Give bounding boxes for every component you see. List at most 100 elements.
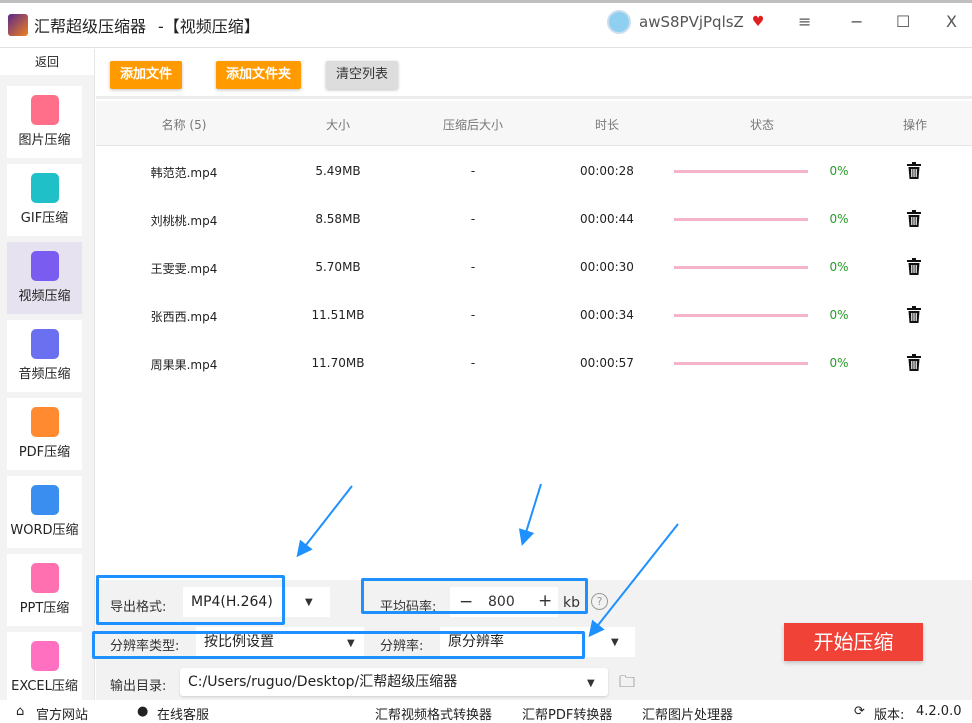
sidebar-item-0[interactable]: 图片压缩: [7, 86, 82, 158]
table-row[interactable]: 周果果.mp4 11.70MB - 00:00:57 0%: [96, 339, 972, 387]
file-size: 5.49MB: [315, 164, 361, 178]
file-name: 张西西.mp4: [150, 310, 218, 324]
table-row[interactable]: 王雯雯.mp4 5.70MB - 00:00:30 0%: [96, 243, 972, 291]
file-size: 5.70MB: [315, 260, 361, 274]
file-size: 11.51MB: [311, 308, 365, 322]
sidebar-item-1[interactable]: GIF压缩: [7, 164, 82, 236]
clear-list-button[interactable]: 清空列表: [326, 61, 399, 89]
output-dir-value: C:/Users/ruguo/Desktop/汇帮超级压缩器: [188, 674, 458, 690]
sidebar-item-label: 音频压缩: [18, 367, 71, 382]
sidebar-item-3[interactable]: 音频压缩: [7, 320, 82, 392]
menu-button[interactable]: ≡: [798, 12, 811, 31]
toolbar: 添加文件 添加文件夹 清空列表: [96, 49, 972, 99]
sidebar-item-icon: [30, 485, 59, 515]
online-support-link[interactable]: 在线客服: [157, 704, 209, 723]
progress-bar: [674, 170, 808, 173]
sidebar-item-icon: [30, 251, 59, 281]
progress-bar: [674, 362, 808, 365]
table-row[interactable]: 刘桃桃.mp4 8.58MB - 00:00:44 0%: [96, 195, 972, 243]
sidebar-item-4[interactable]: PDF压缩: [7, 398, 82, 470]
add-file-button[interactable]: 添加文件: [110, 61, 183, 89]
header-status: 状态: [749, 118, 775, 132]
sidebar-item-label: EXCEL压缩: [11, 679, 78, 694]
minimize-button[interactable]: −: [850, 12, 863, 31]
help-icon[interactable]: ?: [591, 593, 608, 610]
progress-percent: 0%: [829, 164, 849, 178]
duration: 00:00:30: [580, 260, 634, 274]
chevron-down-icon[interactable]: ▼: [305, 597, 313, 608]
app-logo-icon: [8, 14, 28, 36]
footer: ⌂ 官方网站 ● 在线客服 汇帮视频格式转换器 汇帮PDF转换器 汇帮图片处理器…: [0, 700, 972, 723]
file-name: 韩范范.mp4: [150, 166, 218, 180]
video-converter-link[interactable]: 汇帮视频格式转换器: [375, 704, 492, 723]
file-name: 周果果.mp4: [150, 358, 218, 372]
progress-percent: 0%: [829, 356, 849, 370]
table-row[interactable]: 韩范范.mp4 5.49MB - 00:00:28 0%: [96, 147, 972, 195]
trash-icon[interactable]: [907, 162, 921, 179]
title-bar: 汇帮超级压缩器 -【视频压缩】: [0, 3, 972, 48]
highlight-box: [92, 631, 585, 659]
file-name: 刘桃桃.mp4: [150, 214, 218, 228]
sidebar-item-icon: [30, 329, 59, 359]
header-size: 大小: [325, 118, 351, 132]
back-button[interactable]: 返回: [0, 49, 94, 75]
image-processor-link[interactable]: 汇帮图片处理器: [642, 704, 733, 723]
file-name: 王雯雯.mp4: [150, 262, 218, 276]
table-row[interactable]: 张西西.mp4 11.51MB - 00:00:34 0%: [96, 291, 972, 339]
compressed-size: -: [470, 212, 476, 226]
sidebar-item-6[interactable]: PPT压缩: [7, 554, 82, 626]
chevron-down-icon[interactable]: ▼: [587, 678, 595, 689]
progress-percent: 0%: [829, 260, 849, 274]
duration: 00:00:28: [580, 164, 634, 178]
progress-bar: [674, 266, 808, 269]
maximize-button[interactable]: ☐: [896, 12, 910, 31]
folder-icon[interactable]: 🗀: [619, 671, 635, 698]
sidebar-item-5[interactable]: WORD压缩: [7, 476, 82, 548]
file-size: 8.58MB: [315, 212, 361, 226]
close-button[interactable]: X: [946, 12, 957, 31]
output-dir-select[interactable]: C:/Users/ruguo/Desktop/汇帮超级压缩器: [180, 668, 608, 696]
table-header: 名称 (5) 大小 压缩后大小 时长 状态 操作: [96, 101, 972, 146]
trash-icon[interactable]: [907, 258, 921, 275]
sidebar-item-icon: [30, 641, 59, 671]
avatar: [607, 10, 631, 34]
sidebar-item-icon: [30, 173, 59, 203]
compressed-size: -: [470, 164, 476, 178]
progress-percent: 0%: [829, 212, 849, 226]
vip-icon: ♥: [751, 14, 765, 30]
start-compress-button[interactable]: 开始压缩: [784, 623, 923, 661]
home-icon: ⌂: [16, 704, 25, 719]
sidebar-item-icon: [30, 95, 59, 125]
app-title: 汇帮超级压缩器: [34, 17, 147, 36]
official-website-link[interactable]: 官方网站: [36, 704, 88, 723]
sidebar-item-icon: [30, 407, 59, 437]
progress-bar: [674, 218, 808, 221]
header-name: 名称 (5): [161, 118, 207, 132]
header-compressed-size: 压缩后大小: [442, 118, 504, 132]
user-icon: ●: [137, 704, 149, 719]
highlight-box: [361, 578, 588, 614]
pdf-converter-link[interactable]: 汇帮PDF转换器: [522, 704, 612, 723]
duration: 00:00:57: [580, 356, 634, 370]
output-dir-label: 输出目录:: [110, 679, 167, 694]
refresh-icon[interactable]: ⟳: [854, 704, 865, 719]
compressed-size: -: [470, 260, 476, 274]
sidebar-item-2[interactable]: 视频压缩: [7, 242, 82, 314]
header-actions: 操作: [902, 118, 928, 132]
trash-icon[interactable]: [907, 210, 921, 227]
user-account[interactable]: awS8PVjPqlsZ ♥: [607, 10, 764, 34]
trash-icon[interactable]: [907, 354, 921, 371]
header-duration: 时长: [594, 118, 620, 132]
progress-bar: [674, 314, 808, 317]
sidebar-item-label: 视频压缩: [18, 289, 71, 304]
arrow: [296, 485, 353, 558]
add-folder-button[interactable]: 添加文件夹: [216, 61, 302, 89]
page-subtitle: -【视频压缩】: [158, 17, 260, 36]
sidebar-item-7[interactable]: EXCEL压缩: [7, 632, 82, 704]
chevron-down-icon[interactable]: ▼: [611, 637, 619, 648]
version-value: 4.2.0.0: [916, 704, 962, 719]
trash-icon[interactable]: [907, 306, 921, 323]
duration: 00:00:34: [580, 308, 634, 322]
username: awS8PVjPqlsZ: [639, 13, 744, 31]
compressed-size: -: [470, 356, 476, 370]
